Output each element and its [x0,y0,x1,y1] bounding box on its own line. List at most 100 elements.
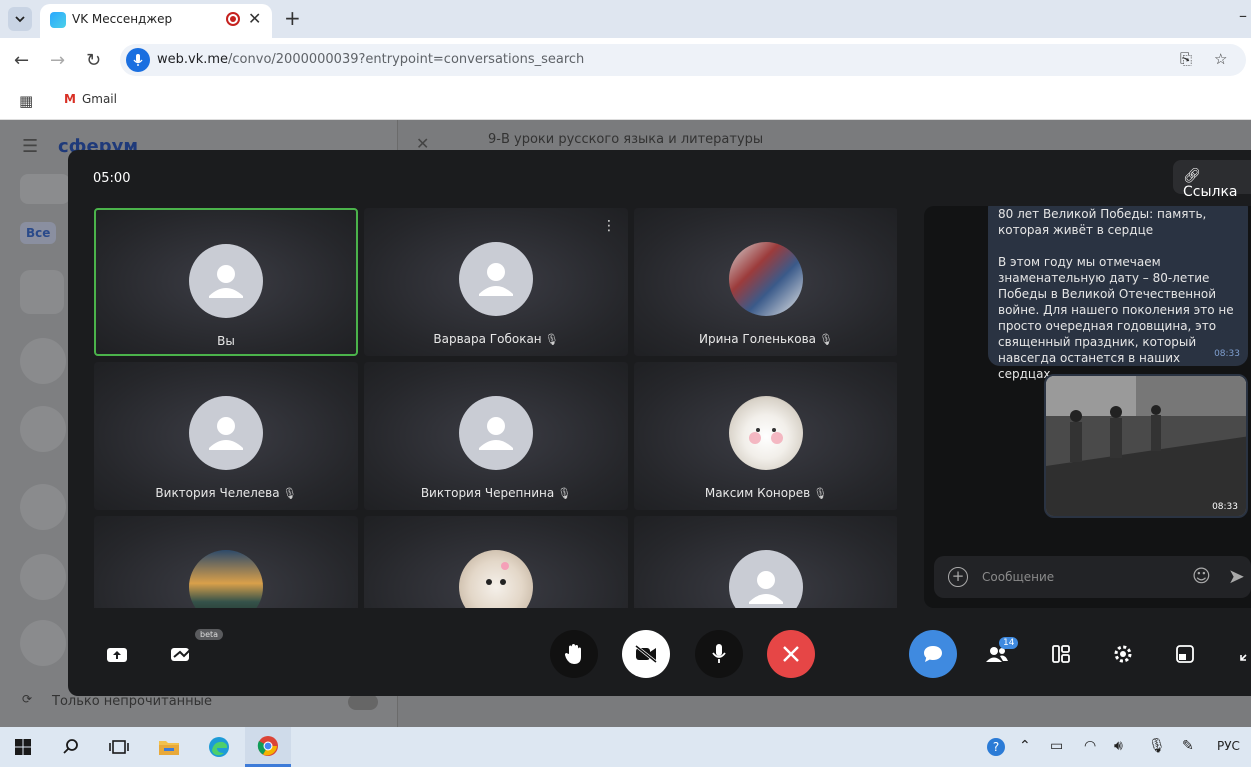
microphone-icon[interactable] [126,48,150,72]
message-input-placeholder: Сообщение [982,570,1055,584]
close-icon [783,646,799,662]
minimize-window-button[interactable]: – [1239,6,1247,25]
apps-grid-icon[interactable]: ▦ [19,92,33,110]
recording-indicator-icon [226,12,240,26]
participant-tile[interactable]: Ирина Голенькова 🎙︎ [634,208,897,356]
attach-plus-icon[interactable]: + [948,567,968,587]
volume-icon[interactable]: 🔊︎ [1114,738,1123,754]
omnibox[interactable]: web.vk.me/convo/2000000039?entrypoint=co… [120,44,1246,76]
conversations-search-input[interactable] [20,174,70,204]
chat-message-bubble[interactable]: 80 лет Великой Победы: память, которая ж… [988,206,1248,381]
avatar[interactable] [20,554,66,600]
bookmark-star-icon[interactable]: ☆ [1214,50,1227,68]
close-tab-icon[interactable]: ✕ [248,9,261,28]
minimize-call-button[interactable] [1171,640,1199,668]
layout-button[interactable] [1047,640,1075,668]
send-icon[interactable]: ➤ [1228,564,1245,588]
message-paragraph: В этом году мы отмечаем знаменательную д… [998,255,1234,381]
bookmark-gmail[interactable]: M Gmail [64,92,117,106]
avatar[interactable] [20,406,66,452]
participant-tile[interactable]: Виктория Черепнина 🎙︎ [364,362,628,510]
settings-button[interactable] [1109,640,1137,668]
fullscreen-button[interactable] [1233,640,1251,668]
search-button[interactable] [48,727,94,767]
browser-tab[interactable]: VK Мессенджер ✕ [40,4,272,38]
wifi-icon[interactable]: ◠ [1084,738,1096,754]
folder-icon [159,741,179,755]
avatar[interactable] [20,620,66,666]
participant-name-text: Виктория Челелева [155,486,280,500]
menu-icon[interactable]: ☰ [22,136,38,157]
pen-icon[interactable]: ✎ [1182,738,1194,754]
new-tab-button[interactable]: + [284,6,301,30]
battery-icon[interactable]: ▭ [1050,738,1063,754]
vk-messenger-favicon-icon [50,12,66,28]
url-host: web.vk.me [157,52,229,67]
raise-hand-button[interactable] [550,630,598,678]
install-app-icon[interactable]: ⎘ [1180,50,1192,68]
participant-tile[interactable]: Максим Конорев 🎙︎ [634,362,897,510]
chrome-icon [257,735,278,756]
participant-name-text: Максим Конорев [704,486,811,500]
copy-link-button[interactable]: 🔗︎ Ссылка [1173,160,1251,200]
participant-tile[interactable]: ⋮ Варвара Гобокан 🎙︎ [364,208,628,356]
file-explorer-button[interactable] [146,727,192,767]
reload-icon[interactable]: ↻ [86,50,101,71]
participant-name: Вы [96,334,356,348]
task-view-icon [109,740,129,754]
forward-arrow-icon[interactable]: → [50,50,65,71]
avatar[interactable] [20,484,66,530]
message-time: 08:33 [1214,349,1240,359]
participant-name: Виктория Черепнина 🎙︎ [364,486,628,500]
participant-tile-self[interactable]: Вы [94,208,358,356]
participant-tile[interactable]: Виктория Челелева 🎙︎ [94,362,358,510]
search-icon [63,739,78,754]
url-path: /convo/2000000039?entrypoint=conversatio… [228,52,585,67]
gear-icon [1114,645,1132,663]
microphone-tray-icon[interactable]: 🎙︎ [1148,738,1166,754]
language-indicator[interactable]: РУС [1217,739,1240,753]
participant-tile[interactable] [634,516,897,608]
microphone-icon [712,644,726,663]
more-options-icon[interactable]: ⋮ [602,218,616,234]
participants-count-badge: 14 [999,637,1019,649]
participant-tile[interactable] [364,516,628,608]
avatar[interactable] [20,338,66,384]
camera-toggle-button[interactable] [622,630,670,678]
mic-muted-icon: 🎙︎ [813,487,828,500]
emoji-icon[interactable]: ☺ [1192,566,1211,587]
share-screen-button[interactable] [103,640,131,668]
message-paragraph: 80 лет Великой Победы: память, которая ж… [998,207,1207,237]
camera-off-icon [635,645,657,663]
mic-muted-icon: 🎙︎ [557,487,572,500]
unread-only-toggle[interactable] [348,694,378,710]
avatar [459,242,533,316]
chrome-browser-button[interactable] [245,727,291,767]
chevron-up-icon[interactable]: ⌃ [1019,738,1031,754]
windows-icon [15,739,31,755]
end-call-button[interactable] [767,630,815,678]
avatar [729,242,803,316]
upload-icon [107,648,127,662]
help-icon[interactable]: ? [987,738,1005,756]
start-button[interactable] [0,727,46,767]
tab-title: VK Мессенджер [72,12,173,26]
chat-bubble-icon [924,646,942,662]
avatar [729,550,803,608]
task-view-button[interactable] [96,727,142,767]
beta-badge: beta [195,629,224,640]
microphone-toggle-button[interactable] [695,630,743,678]
tab-search-button[interactable] [8,7,32,31]
chat-toggle-button[interactable] [909,630,957,678]
edge-browser-button[interactable] [196,727,242,767]
participant-tile[interactable] [94,516,358,608]
effects-button[interactable] [167,640,195,668]
participant-name-text: Ирина Голенькова [698,332,817,346]
message-input[interactable]: + Сообщение ☺ ➤ [934,556,1251,598]
url-text[interactable]: web.vk.me/convo/2000000039?entrypoint=co… [157,52,584,67]
call-timer: 05:00 [93,171,131,186]
avatar[interactable] [20,270,64,314]
filter-chip-all[interactable]: Все [20,222,57,244]
chat-photo-message[interactable]: 08:33 [1044,374,1248,518]
back-arrow-icon[interactable]: ← [14,50,29,71]
